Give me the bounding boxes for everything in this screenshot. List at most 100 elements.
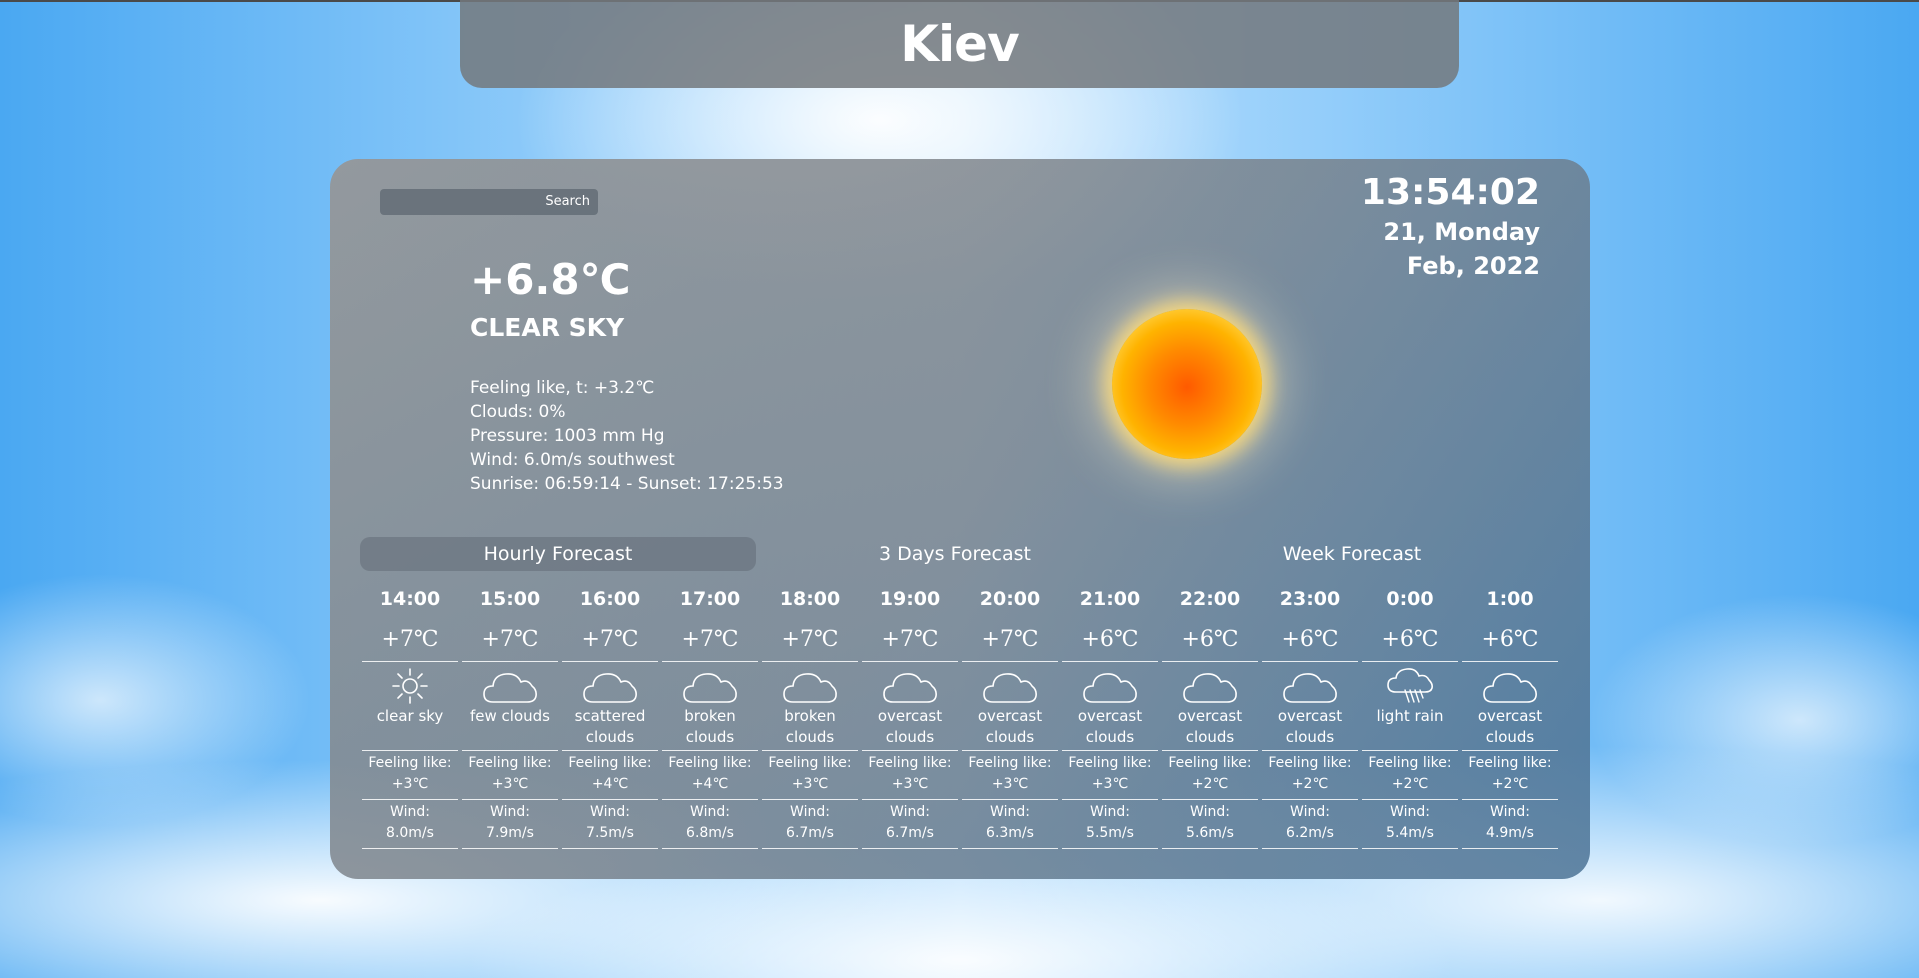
hourly-feeling: Feeling like: +3℃ — [462, 751, 558, 800]
cloud-icon — [862, 662, 958, 706]
hourly-temperature: +6℃ — [1162, 619, 1258, 662]
hourly-wind-value: 5.5m/s — [1086, 825, 1134, 841]
search-box: Search — [380, 189, 598, 215]
hourly-temperature: +7℃ — [462, 619, 558, 662]
hourly-description: broken clouds — [784, 707, 836, 746]
hourly-description: overcast clouds — [877, 707, 943, 746]
hourly-wind-value: 5.6m/s — [1186, 825, 1234, 841]
tab-3-days-forecast[interactable]: 3 Days Forecast — [757, 537, 1153, 571]
search-input[interactable] — [386, 192, 520, 214]
hourly-description: overcast clouds — [1277, 707, 1343, 746]
current-details: Feeling like, t: +3.2℃ Clouds: 0% Pressu… — [470, 376, 784, 496]
hourly-description: overcast clouds — [1177, 707, 1243, 746]
hourly-time: 14:00 — [379, 588, 441, 610]
hourly-feeling: Feeling like: +4℃ — [562, 751, 658, 800]
hourly-feeling: Feeling like: +3℃ — [762, 751, 858, 800]
hourly-wind: Wind: 5.5m/s — [1062, 800, 1158, 849]
hourly-feeling-label: Feeling like: — [768, 755, 852, 771]
current-time: 13:54:02 — [1360, 172, 1540, 213]
tab-hourly-forecast[interactable]: Hourly Forecast — [360, 537, 756, 571]
feeling-like: Feeling like, t: +3.2℃ — [470, 378, 655, 398]
hourly-feeling-value: +2℃ — [1491, 776, 1529, 792]
hourly-wind-value: 6.3m/s — [986, 825, 1034, 841]
hourly-description: broken clouds — [684, 707, 736, 746]
city-header: Kiev — [460, 0, 1459, 88]
hourly-temperature: +6℃ — [1262, 619, 1358, 662]
hourly-wind-value: 5.4m/s — [1386, 825, 1434, 841]
sun-times: Sunrise: 06:59:14 - Sunset: 17:25:53 — [470, 474, 784, 494]
tab-week-forecast[interactable]: Week Forecast — [1154, 537, 1550, 571]
hourly-temperature: +7℃ — [762, 619, 858, 662]
hourly-feeling-label: Feeling like: — [1268, 755, 1352, 771]
hourly-wind: Wind: 6.7m/s — [862, 800, 958, 849]
current-day: 21, Monday — [1383, 218, 1540, 246]
hourly-wind-label: Wind: — [990, 804, 1030, 820]
hourly-wind-label: Wind: — [1190, 804, 1230, 820]
hourly-wind-value: 6.2m/s — [1286, 825, 1334, 841]
cloud-icon — [662, 662, 758, 706]
hourly-temperature: +7℃ — [362, 619, 458, 662]
hourly-wind-value: 6.7m/s — [786, 825, 834, 841]
pressure: Pressure: 1003 mm Hg — [470, 426, 665, 446]
hourly-feeling: Feeling like: +4℃ — [662, 751, 758, 800]
clouds: Clouds: 0% — [470, 402, 566, 422]
hourly-condition: broken clouds — [662, 662, 758, 751]
sun-icon — [362, 662, 458, 706]
hourly-wind-value: 7.9m/s — [486, 825, 534, 841]
hourly-feeling-label: Feeling like: — [668, 755, 752, 771]
hourly-condition: overcast clouds — [1062, 662, 1158, 751]
hourly-item: 17:00 +7℃ broken clouds Feeling like: +4… — [660, 579, 760, 849]
hourly-description: overcast clouds — [1077, 707, 1143, 746]
hourly-feeling-label: Feeling like: — [1068, 755, 1152, 771]
cloud-icon — [462, 662, 558, 706]
hourly-feeling-value: +3℃ — [891, 776, 929, 792]
weather-panel: Search 13:54:02 21, Monday Feb, 2022 +6.… — [330, 159, 1590, 879]
hourly-feeling-label: Feeling like: — [368, 755, 452, 771]
hourly-wind-label: Wind: — [690, 804, 730, 820]
hourly-item: 18:00 +7℃ broken clouds Feeling like: +3… — [760, 579, 860, 849]
hourly-wind: Wind: 8.0m/s — [362, 800, 458, 849]
hourly-feeling: Feeling like: +2℃ — [1462, 751, 1558, 800]
hourly-description: few clouds — [470, 707, 550, 725]
hourly-feeling: Feeling like: +2℃ — [1362, 751, 1458, 800]
hourly-time: 0:00 — [1386, 588, 1434, 610]
hourly-condition: overcast clouds — [1462, 662, 1558, 751]
hourly-wind-value: 7.5m/s — [586, 825, 634, 841]
hourly-item: 19:00 +7℃ overcast clouds Feeling like: … — [860, 579, 960, 849]
hourly-feeling-value: +3℃ — [1091, 776, 1129, 792]
hourly-item: 14:00 +7℃ clear sky Feeling like: +3℃ Wi… — [360, 579, 460, 849]
current-month-year: Feb, 2022 — [1406, 252, 1540, 280]
hourly-item: 1:00 +6℃ overcast clouds Feeling like: +… — [1460, 579, 1560, 849]
hourly-wind-value: 6.7m/s — [886, 825, 934, 841]
hourly-temperature: +7℃ — [662, 619, 758, 662]
hourly-wind: Wind: 7.5m/s — [562, 800, 658, 849]
hourly-wind-label: Wind: — [1290, 804, 1330, 820]
hourly-feeling-value: +2℃ — [1191, 776, 1229, 792]
hourly-item: 22:00 +6℃ overcast clouds Feeling like: … — [1160, 579, 1260, 849]
cloud-icon — [1162, 662, 1258, 706]
hourly-feeling-label: Feeling like: — [868, 755, 952, 771]
sun-icon — [1112, 309, 1262, 459]
hourly-wind: Wind: 6.7m/s — [762, 800, 858, 849]
hourly-time: 16:00 — [579, 588, 641, 610]
current-temperature: +6.8℃ — [470, 255, 631, 304]
hourly-feeling-value: +3℃ — [791, 776, 829, 792]
hourly-time: 19:00 — [879, 588, 941, 610]
hourly-feeling-value: +3℃ — [491, 776, 529, 792]
cloud-icon — [562, 662, 658, 706]
hourly-condition: overcast clouds — [862, 662, 958, 751]
hourly-feeling: Feeling like: +3℃ — [362, 751, 458, 800]
hourly-description: light rain — [1376, 707, 1444, 725]
hourly-time: 17:00 — [679, 588, 741, 610]
hourly-condition: few clouds — [462, 662, 558, 751]
hourly-time: 23:00 — [1279, 588, 1341, 610]
rain-cloud-icon — [1362, 662, 1458, 706]
hourly-feeling-label: Feeling like: — [968, 755, 1052, 771]
hourly-wind-label: Wind: — [1090, 804, 1130, 820]
cloud-icon — [1262, 662, 1358, 706]
hourly-temperature: +7℃ — [862, 619, 958, 662]
hourly-feeling: Feeling like: +3℃ — [962, 751, 1058, 800]
hourly-temperature: +7℃ — [962, 619, 1058, 662]
hourly-forecast: 14:00 +7℃ clear sky Feeling like: +3℃ Wi… — [360, 579, 1560, 849]
search-button[interactable]: Search — [545, 194, 590, 209]
